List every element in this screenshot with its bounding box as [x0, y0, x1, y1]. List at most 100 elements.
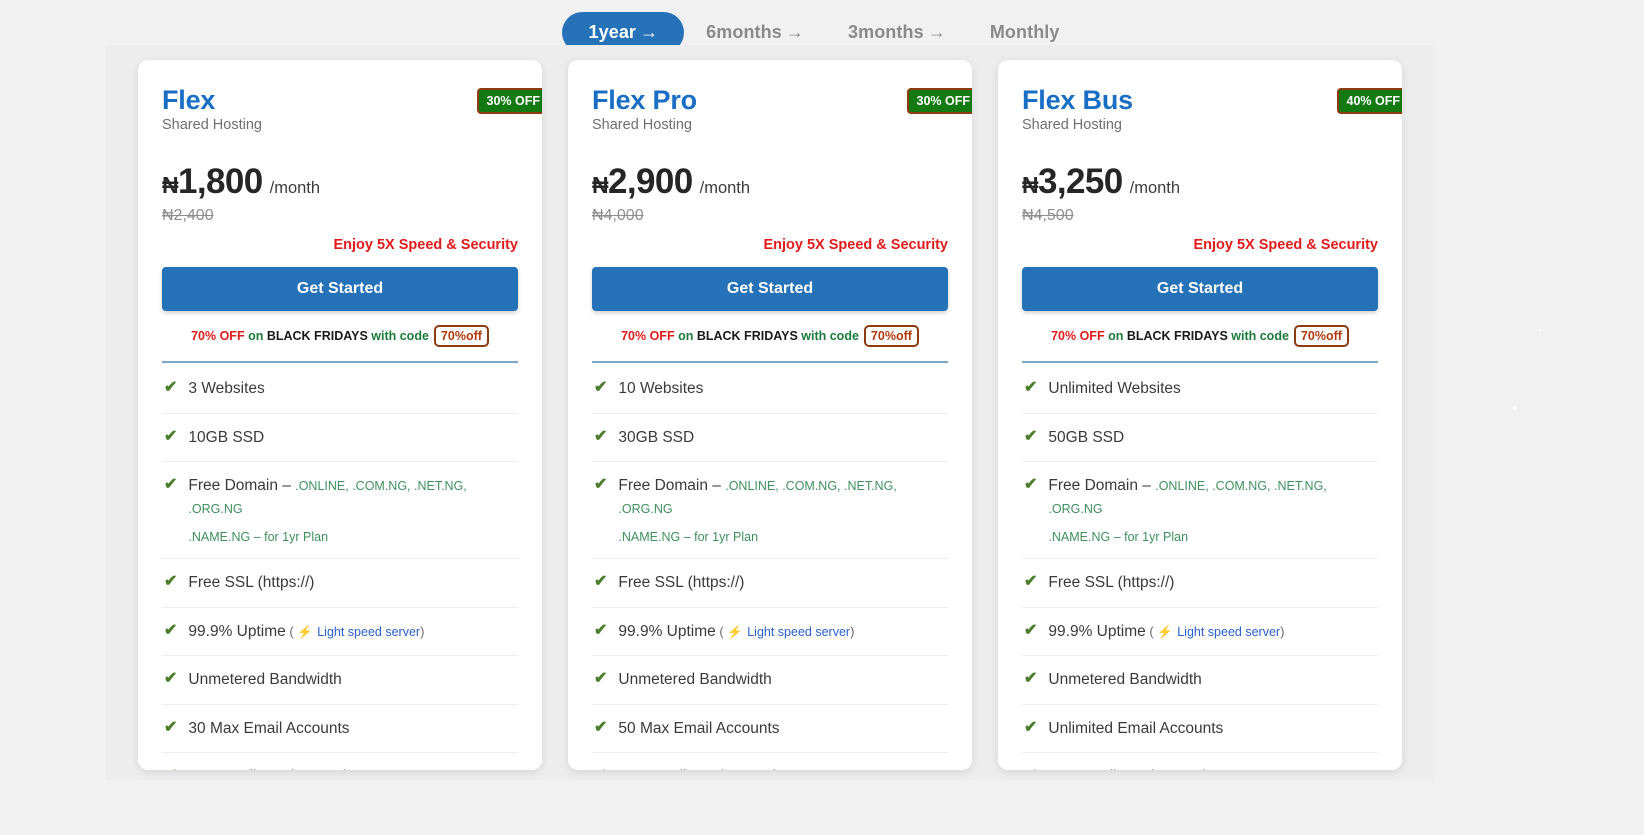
promo-percent: 70% OFF [1051, 329, 1105, 344]
naira-icon: ₦ [162, 172, 179, 199]
old-price: ₦4,000 [592, 207, 644, 225]
check-icon: ✔ [594, 621, 608, 639]
feature-item: ✔ 99.9% Uptime ( ⚡ Light speed server) [162, 608, 518, 657]
feature-text: 50 Max Email Accounts [618, 718, 779, 740]
promo-banner: 70% OFF on BLACK FRIDAYS with code 70%off [1022, 325, 1378, 364]
get-started-button[interactable]: Get Started [1022, 267, 1378, 312]
promo-event: BLACK FRIDAYS [696, 329, 798, 344]
old-price: ₦4,500 [1022, 207, 1074, 225]
feature-label: 30GB SSD [618, 428, 695, 446]
promo-on: on [1108, 329, 1124, 344]
arrow-right-icon: → [640, 22, 659, 42]
plan-name: Flex Bus [1022, 85, 1133, 115]
price-amount: 2,900 [608, 162, 693, 202]
price-row: ₦3,250/month [1022, 164, 1378, 199]
feature-list: ✔ 3 Websites ✔ 10GB SSD ✔ Free Domain – .ONLI… [162, 365, 518, 770]
discount-badge: 30% OFF [906, 88, 972, 114]
feature-text: 3 Websites [188, 378, 264, 400]
check-icon: ✔ [594, 670, 608, 688]
check-icon: ✔ [594, 718, 608, 736]
price-period: /month [1129, 179, 1181, 198]
feature-text: 99.9% Uptime ( ⚡ Light speed server) [618, 621, 854, 643]
feature-text: Free Dedicated cPanel [618, 766, 776, 770]
price-amount: 1,800 [178, 162, 263, 202]
plan-tagline: Enjoy 5X Speed & Security [763, 237, 948, 254]
pricing-page: 1year → 6months → 3months → Monthly 30% OFF Fle… [0, 0, 1644, 835]
pricing-card: 40% OFF Flex Bus Shared Hosting ₦3,250/mont… [998, 60, 1402, 770]
feature-label: Free Dedicated cPanel [188, 768, 346, 770]
check-icon: ✔ [164, 379, 178, 397]
feature-text: Unmetered Bandwidth [188, 669, 341, 691]
discount-badge: 30% OFF [476, 88, 542, 114]
check-icon: ✔ [164, 476, 178, 494]
paren-open: ( [715, 623, 728, 639]
feature-label: Unmetered Bandwidth [618, 671, 772, 689]
feature-text: Free Domain – .ONLINE, .COM.NG, .NET.NG,… [1048, 475, 1376, 546]
check-icon: ✔ [164, 766, 177, 770]
get-started-button[interactable]: Get Started [592, 267, 948, 312]
price-row: ₦2,900/month [592, 164, 948, 199]
promo-code-chip[interactable]: 70%off [1293, 325, 1349, 348]
get-started-button[interactable]: Get Started [162, 267, 518, 312]
feature-item: ✔ 30 Max Email Accounts [162, 705, 518, 754]
feature-item: ✔ Unmetered Bandwidth [1022, 656, 1378, 705]
check-icon: ✔ [1024, 573, 1038, 591]
feature-text: Free Dedicated cPanel [188, 766, 346, 770]
feature-label: Free Dedicated cPanel [1048, 768, 1206, 770]
feature-label: 10GB SSD [188, 428, 265, 446]
arrow-right-icon: → [927, 22, 946, 42]
feature-item: ✔ Unlimited Email Accounts [1022, 705, 1378, 754]
feature-text: Unlimited Email Accounts [1048, 718, 1223, 740]
check-icon: ✔ [1024, 427, 1038, 445]
feature-text: Free SSL (https://) [1048, 572, 1174, 594]
feature-label: Unmetered Bandwidth [1048, 671, 1202, 689]
check-icon: ✔ [594, 573, 608, 591]
plan-tagline: Enjoy 5X Speed & Security [1193, 237, 1378, 254]
plan-price: ₦3,250 [1022, 164, 1123, 199]
feature-tld-note: .NAME.NG – for 1yr Plan [618, 530, 759, 545]
paren-open: ( [1145, 623, 1158, 639]
plan-tagline: Enjoy 5X Speed & Security [333, 237, 518, 254]
check-icon: ✔ [164, 718, 178, 736]
promo-banner: 70% OFF on BLACK FRIDAYS with code 70%off [162, 325, 518, 364]
promo-banner: 70% OFF on BLACK FRIDAYS with code 70%off [592, 325, 948, 364]
promo-with-code: with code [801, 329, 859, 344]
price-amount: 3,250 [1038, 162, 1123, 202]
feature-text: 30GB SSD [618, 427, 694, 449]
feature-label: Free Dedicated cPanel [618, 768, 776, 770]
promo-on: on [678, 329, 694, 344]
plan-name: Flex Pro [592, 85, 697, 115]
check-icon: ✔ [164, 427, 178, 445]
feature-item: ✔ 99.9% Uptime ( ⚡ Light speed server) [592, 608, 948, 657]
feature-item: ✔ Free SSL (https://) [162, 559, 518, 608]
feature-label: 3 Websites [188, 380, 265, 398]
promo-with-code: with code [1231, 329, 1289, 344]
feature-text: 99.9% Uptime ( ⚡ Light speed server) [188, 621, 424, 643]
promo-percent: 70% OFF [621, 329, 675, 344]
feature-item: ✔ Free Domain – .ONLINE, .COM.NG, .NET.NG… [162, 462, 518, 560]
check-icon: ✔ [164, 573, 178, 591]
check-icon: ✔ [164, 621, 178, 639]
price-row: ₦1,800/month [162, 164, 518, 199]
uptime-note: Light speed server [747, 624, 851, 639]
feature-label: Free SSL (https://) [1048, 574, 1175, 592]
check-icon: ✔ [1024, 379, 1038, 397]
feature-label: Unmetered Bandwidth [188, 671, 342, 689]
feature-label: Free Domain – [188, 477, 296, 495]
promo-code-chip[interactable]: 70%off [863, 325, 919, 348]
arrow-right-icon: → [785, 22, 804, 42]
check-icon: ✔ [594, 766, 607, 770]
feature-item: ✔ 10GB SSD [162, 414, 518, 463]
feature-text: Free Domain – .ONLINE, .COM.NG, .NET.NG,… [618, 475, 946, 546]
feature-text: 99.9% Uptime ( ⚡ Light speed server) [1048, 621, 1284, 643]
discount-badge: 40% OFF [1336, 88, 1402, 114]
feature-text: 10GB SSD [188, 427, 264, 449]
check-icon: ✔ [594, 427, 608, 445]
check-icon: ✔ [1024, 718, 1038, 736]
feature-label: 30 Max Email Accounts [188, 719, 350, 737]
feature-item: ✔ 30GB SSD [592, 414, 948, 463]
promo-code-chip[interactable]: 70%off [433, 325, 489, 348]
check-icon: ✔ [594, 379, 608, 397]
feature-text: Free Dedicated cPanel [1048, 766, 1206, 770]
paren-close: ) [1280, 623, 1285, 639]
